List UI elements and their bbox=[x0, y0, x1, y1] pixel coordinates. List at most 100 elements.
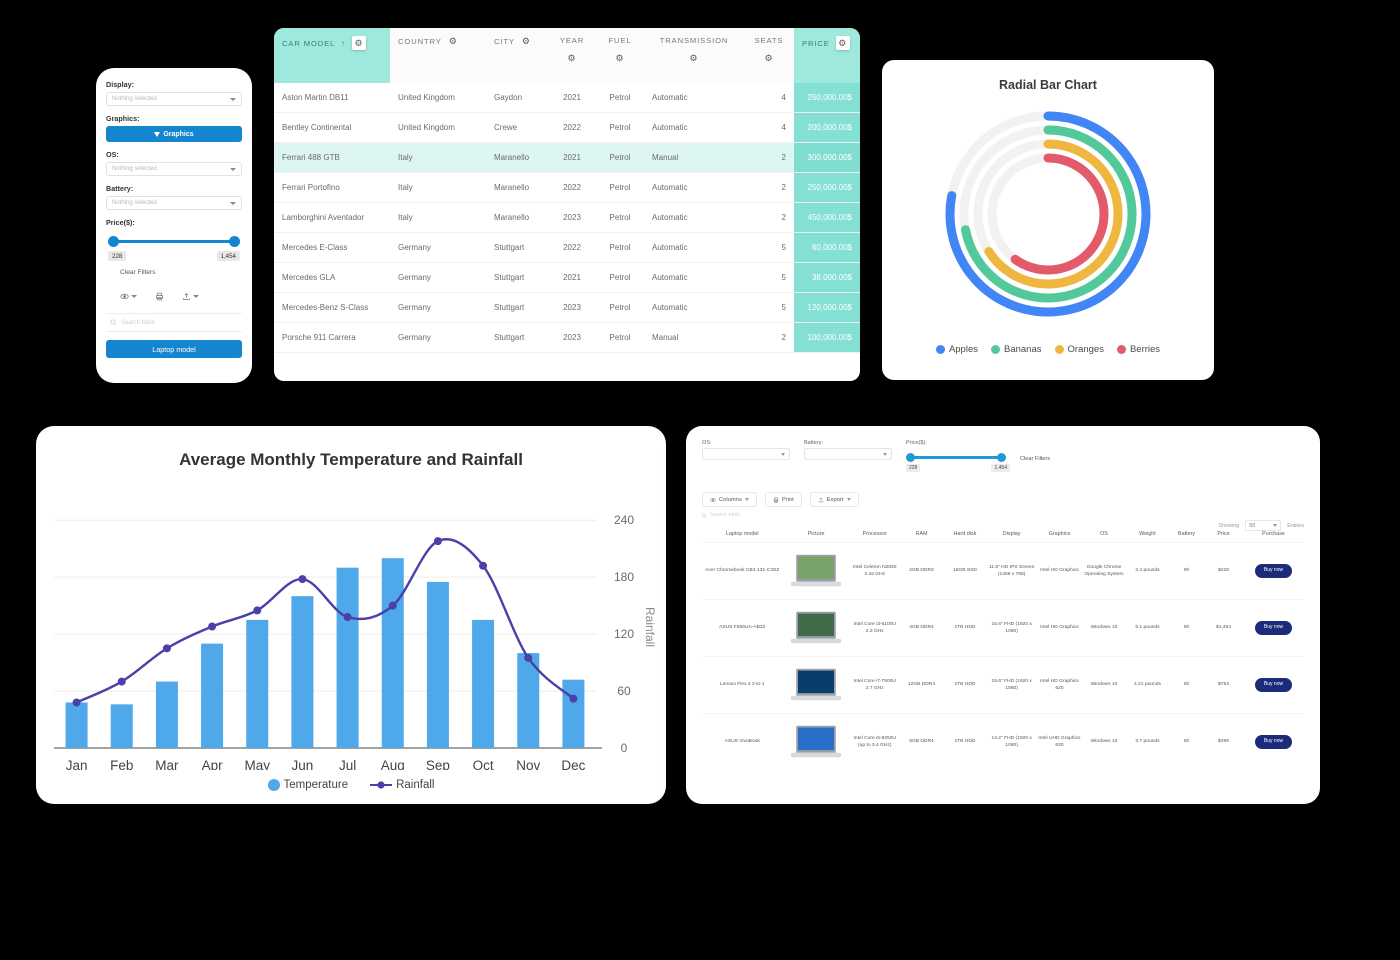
laptop-col-header-ram[interactable]: RAM bbox=[900, 526, 943, 543]
laptop-col-header-processor[interactable]: Processor bbox=[850, 526, 900, 543]
car-col-header-transmission[interactable]: TRANSMISSION ⚙ bbox=[644, 28, 744, 83]
laptop-col-header-battery[interactable]: Battery bbox=[1169, 526, 1204, 543]
gear-icon[interactable]: ⚙ bbox=[835, 36, 850, 50]
laptop-clear-filters-link[interactable]: Clear Filters bbox=[1020, 456, 1050, 462]
car-seats: 5 bbox=[744, 292, 794, 323]
laptop-battery-select[interactable] bbox=[804, 448, 892, 460]
legend-item-apples[interactable]: Apples bbox=[935, 344, 978, 355]
rainfall-point-jul[interactable] bbox=[343, 613, 352, 622]
laptop-col-header-hard-disk[interactable]: Hard disk bbox=[943, 526, 986, 543]
os-select[interactable]: Nothing selected bbox=[106, 162, 242, 176]
laptop-col-header-picture[interactable]: Picture bbox=[782, 526, 849, 543]
legend-item-berries[interactable]: Berries bbox=[1116, 344, 1160, 355]
bar-mar[interactable] bbox=[155, 681, 178, 748]
bar-feb[interactable] bbox=[110, 704, 133, 748]
laptop-col-header-laptop-model[interactable]: Laptop model bbox=[702, 526, 782, 543]
bar-jul[interactable] bbox=[336, 567, 359, 748]
car-col-header-price[interactable]: PRICE ⚙ bbox=[794, 28, 860, 83]
table-row[interactable]: Mercedes GLA Germany Stuttgart 2021 Petrol Au… bbox=[274, 262, 860, 293]
laptop-columns-button[interactable]: Columns bbox=[702, 492, 757, 507]
car-col-header-city[interactable]: CITY ⚙ bbox=[486, 28, 548, 83]
bar-may[interactable] bbox=[246, 619, 269, 748]
table-row[interactable]: ASUS VivoBook Intel Core i5-8250U (up to … bbox=[702, 713, 1304, 770]
display-select[interactable]: Nothing selected bbox=[106, 92, 242, 106]
columns-visibility-button[interactable] bbox=[120, 292, 137, 301]
rainfall-point-feb[interactable] bbox=[117, 677, 126, 686]
car-col-header-fuel[interactable]: FUEL ⚙ bbox=[596, 28, 644, 83]
table-row[interactable]: Bentley Continental United Kingdom Crewe 20… bbox=[274, 112, 860, 143]
bar-oct[interactable] bbox=[472, 619, 495, 748]
gear-icon[interactable]: ⚙ bbox=[689, 53, 700, 64]
legend-item-bananas[interactable]: Bananas bbox=[991, 344, 1042, 355]
gear-icon[interactable]: ⚙ bbox=[521, 36, 532, 47]
rainfall-point-mar[interactable] bbox=[162, 644, 171, 653]
laptop-search-input[interactable]: Search table bbox=[702, 512, 1304, 518]
slider-handle-min[interactable] bbox=[906, 453, 915, 462]
rainfall-point-may[interactable] bbox=[253, 606, 262, 615]
rainfall-point-nov[interactable] bbox=[524, 653, 533, 662]
table-row[interactable]: Acer Chromebook CB3-131-C3SZ Intel Celero… bbox=[702, 542, 1304, 600]
rainfall-point-apr[interactable] bbox=[208, 622, 217, 631]
gear-icon[interactable]: ⚙ bbox=[615, 53, 626, 64]
radial-bar-oranges[interactable] bbox=[984, 139, 1123, 289]
slider-handle-max[interactable] bbox=[997, 453, 1006, 462]
car-city: Stuttgart bbox=[486, 322, 548, 353]
laptop-col-header-weight[interactable]: Weight bbox=[1126, 526, 1169, 543]
gear-icon[interactable]: ⚙ bbox=[567, 53, 578, 64]
car-col-header-country[interactable]: COUNTRY ⚙ bbox=[390, 28, 486, 83]
table-row[interactable]: Porsche 911 Carrera Germany Stuttgart 2023 P… bbox=[274, 322, 860, 353]
bar-dec[interactable] bbox=[562, 679, 585, 748]
gear-icon[interactable]: ⚙ bbox=[351, 36, 366, 50]
car-col-header-seats[interactable]: SEATS ⚙ bbox=[744, 28, 794, 83]
slider-handle-min[interactable] bbox=[108, 236, 119, 247]
rainfall-point-dec[interactable] bbox=[569, 694, 578, 703]
laptop-col-header-os[interactable]: OS bbox=[1082, 526, 1125, 543]
buy-now-button[interactable]: Buy now bbox=[1254, 678, 1293, 692]
laptop-price-range-slider[interactable]: 228 1,454 bbox=[906, 448, 1010, 474]
table-row[interactable]: Mercedes E-Class Germany Stuttgart 2022 Petr… bbox=[274, 232, 860, 263]
laptop-model-button[interactable]: Laptop model bbox=[106, 340, 242, 358]
bar-jun[interactable] bbox=[291, 596, 314, 748]
export-button[interactable] bbox=[182, 292, 199, 301]
table-row[interactable]: Lenovo Flex 4 2-in-1 Intel Core i7-7500U … bbox=[702, 656, 1304, 714]
laptop-export-button[interactable]: Export bbox=[809, 492, 859, 507]
buy-now-button[interactable]: Buy now bbox=[1254, 621, 1293, 635]
search-input[interactable]: Search table bbox=[106, 313, 242, 332]
laptop-col-header-display[interactable]: Display bbox=[987, 526, 1037, 543]
slider-handle-max[interactable] bbox=[229, 236, 240, 247]
clear-filters-link[interactable]: Clear Filters bbox=[120, 269, 242, 276]
print-button[interactable] bbox=[155, 292, 164, 301]
bar-apr[interactable] bbox=[201, 643, 224, 748]
entries-count-select[interactable]: 50 bbox=[1245, 520, 1282, 531]
rainfall-point-jan[interactable] bbox=[72, 698, 81, 707]
gear-icon[interactable]: ⚙ bbox=[764, 53, 775, 64]
table-row[interactable]: Ferrari Portofino Italy Maranello 2022 Petro… bbox=[274, 172, 860, 203]
radial-bar-berries[interactable] bbox=[1010, 153, 1109, 275]
table-row[interactable]: Mercedes-Benz S-Class Germany Stuttgart 202… bbox=[274, 292, 860, 323]
gear-icon[interactable]: ⚙ bbox=[448, 36, 459, 47]
car-col-header-year[interactable]: YEAR ⚙ bbox=[548, 28, 596, 83]
battery-select[interactable]: Nothing selected bbox=[106, 196, 242, 210]
laptop-print-button[interactable]: Print bbox=[764, 492, 802, 507]
legend-item-oranges[interactable]: Oranges bbox=[1054, 344, 1104, 355]
buy-now-button[interactable]: Buy now bbox=[1254, 564, 1293, 578]
car-col-header-car-model[interactable]: CAR MODEL ↑ ⚙ bbox=[274, 28, 390, 83]
laptop-col-header-graphics[interactable]: Graphics bbox=[1037, 526, 1083, 543]
legend-item-temperature[interactable]: Temperature bbox=[267, 779, 348, 791]
table-row[interactable]: Lamborghini Aventador Italy Maranello 2023 P… bbox=[274, 202, 860, 233]
legend-item-rainfall[interactable]: Rainfall bbox=[370, 779, 434, 791]
table-row[interactable]: Ferrari 488 GTB Italy Maranello 2021 Petrol M… bbox=[274, 142, 860, 173]
rainfall-point-oct[interactable] bbox=[479, 561, 488, 570]
bar-jan[interactable] bbox=[65, 702, 88, 748]
laptop-os-select[interactable] bbox=[702, 448, 790, 460]
price-range-slider[interactable]: 228 1,454 bbox=[106, 231, 242, 261]
bar-aug[interactable] bbox=[381, 558, 404, 748]
graphics-filter-button[interactable]: Graphics bbox=[106, 126, 242, 142]
rainfall-point-aug[interactable] bbox=[388, 601, 397, 610]
rainfall-point-jun[interactable] bbox=[298, 575, 307, 584]
rainfall-point-sep[interactable] bbox=[433, 537, 442, 546]
table-row[interactable]: Aston Martin DB11 United Kingdom Gaydon 202… bbox=[274, 83, 860, 113]
buy-now-button[interactable]: Buy now bbox=[1254, 735, 1293, 749]
bar-sep[interactable] bbox=[426, 581, 449, 748]
table-row[interactable]: ASUS F556UA-AB32 Intel Core i3-6100U 2.3 … bbox=[702, 599, 1304, 657]
